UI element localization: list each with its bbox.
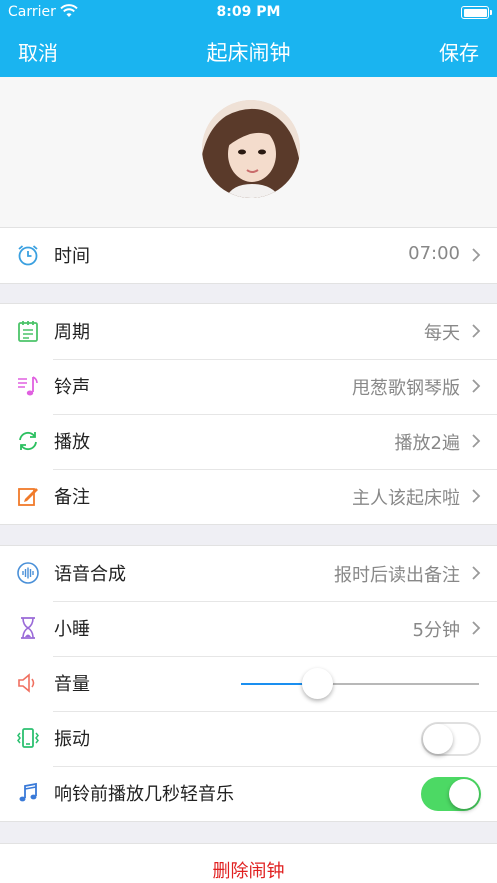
calendar-icon [16, 319, 40, 343]
playback-row[interactable]: 播放 播放2遍 [0, 414, 497, 469]
preplay-toggle[interactable] [421, 777, 481, 811]
chevron-right-icon [471, 247, 481, 263]
toggle-knob [449, 779, 479, 809]
preplay-row: 响铃前播放几秒轻音乐 [0, 766, 497, 821]
period-row[interactable]: 周期 每天 [0, 304, 497, 359]
ringtone-value: 甩葱歌钢琴版 [352, 378, 460, 399]
toggle-knob [423, 724, 453, 754]
chevron-right-icon [471, 378, 481, 394]
chevron-right-icon [471, 323, 481, 339]
delete-alarm-button[interactable]: 删除闹钟 [213, 857, 285, 883]
edit-note-icon [16, 484, 40, 508]
playback-label: 播放 [54, 432, 90, 453]
ringtone-row[interactable]: 铃声 甩葱歌钢琴版 [0, 359, 497, 414]
vibrate-phone-icon [16, 726, 40, 750]
avatar[interactable] [202, 100, 300, 198]
settings-group: 周期 每天 铃声 甩葱歌钢琴版 播放 播放2遍 备注 主人该起床啦 [0, 303, 497, 525]
vibrate-row: 振动 [0, 711, 497, 766]
voice-row[interactable]: 语音合成 报时后读出备注 [0, 546, 497, 601]
volume-slider[interactable] [241, 668, 479, 699]
volume-row: 音量 [0, 656, 497, 711]
voice-label: 语音合成 [54, 564, 126, 585]
vibrate-label: 振动 [54, 729, 90, 750]
status-bar: Carrier 8:09 PM [0, 0, 497, 26]
snooze-row[interactable]: 小睡 5分钟 [0, 601, 497, 656]
chevron-right-icon [471, 620, 481, 636]
ringtone-label: 铃声 [54, 377, 90, 398]
nav-bar: 取消 起床闹钟 保存 [0, 26, 497, 77]
time-row[interactable]: 时间 07:00 [0, 228, 497, 283]
time-group: 时间 07:00 [0, 227, 497, 284]
time-value: 07:00 [408, 243, 460, 264]
vibrate-toggle[interactable] [421, 722, 481, 756]
volume-slider-thumb[interactable] [302, 668, 334, 699]
chevron-right-icon [471, 433, 481, 449]
hourglass-icon [16, 616, 40, 640]
period-label: 周期 [54, 322, 90, 343]
snooze-value: 5分钟 [412, 620, 460, 641]
snooze-label: 小睡 [54, 619, 90, 640]
volume-label: 音量 [54, 674, 90, 695]
header: Carrier 8:09 PM 取消 起床闹钟 保存 [0, 0, 497, 77]
speaker-icon [16, 671, 40, 695]
voice-value: 报时后读出备注 [334, 565, 460, 586]
repeat-icon [16, 429, 40, 453]
options-group: 语音合成 报时后读出备注 小睡 5分钟 音量 振动 响铃前播放几秒轻音乐 [0, 545, 497, 822]
note-label: 备注 [54, 487, 90, 508]
alarm-clock-icon [16, 243, 40, 267]
delete-alarm-row[interactable]: 删除闹钟 [0, 843, 497, 883]
page-title: 起床闹钟 [206, 41, 291, 65]
note-value: 主人该起床啦 [352, 488, 460, 509]
avatar-section [0, 77, 497, 227]
note-row[interactable]: 备注 主人该起床啦 [0, 469, 497, 524]
save-button[interactable]: 保存 [439, 37, 479, 66]
preplay-label: 响铃前播放几秒轻音乐 [54, 784, 234, 805]
battery-icon [461, 6, 492, 19]
music-note-icon [16, 374, 40, 398]
chevron-right-icon [471, 488, 481, 504]
music-icon [16, 781, 40, 805]
period-value: 每天 [424, 323, 460, 344]
voice-wave-icon [16, 561, 40, 585]
chevron-right-icon [471, 565, 481, 581]
status-time: 8:09 PM [216, 4, 281, 20]
playback-value: 播放2遍 [394, 433, 460, 454]
time-label: 时间 [54, 246, 90, 267]
